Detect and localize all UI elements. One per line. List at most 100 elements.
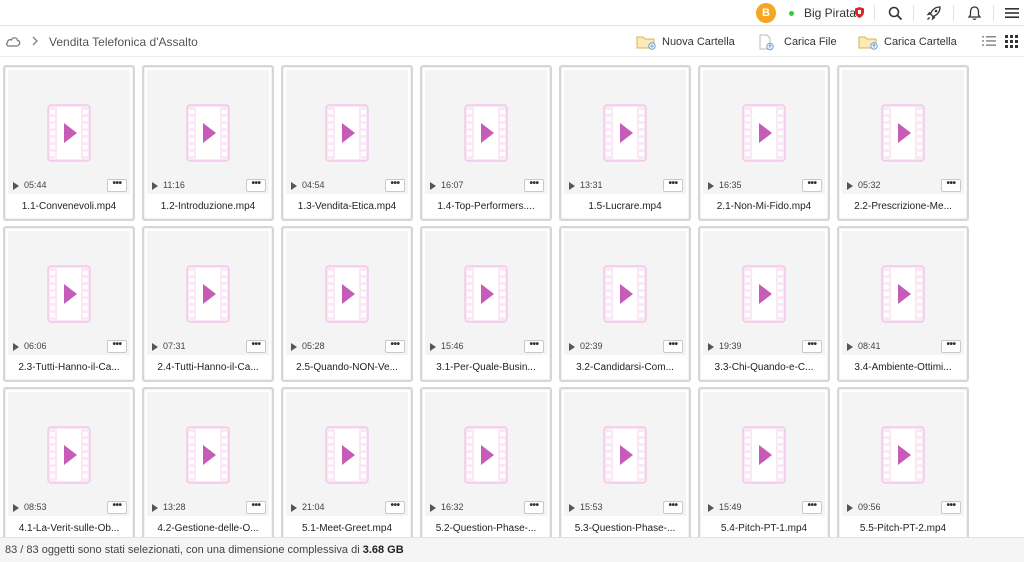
- play-icon: [13, 504, 19, 512]
- video-duration: 15:49: [719, 502, 742, 512]
- play-icon: [708, 343, 714, 351]
- file-card[interactable]: 13:31 ••• 1.5-Lucrare.mp4: [559, 65, 691, 221]
- cloud-icon[interactable]: [5, 35, 21, 47]
- rocket-icon[interactable]: [923, 3, 945, 23]
- play-icon: [708, 182, 714, 190]
- more-options-button[interactable]: •••: [246, 340, 266, 353]
- more-options-button[interactable]: •••: [107, 179, 127, 192]
- file-name: 4.1-La-Verit-sulle-Ob...: [18, 523, 120, 534]
- bell-icon[interactable]: [963, 3, 985, 23]
- file-card[interactable]: 08:41 ••• 3.4-Ambiente-Ottimi...: [837, 226, 969, 382]
- more-options-button[interactable]: •••: [802, 501, 822, 514]
- file-card[interactable]: 02:39 ••• 3.2-Candidarsi-Com...: [559, 226, 691, 382]
- file-card[interactable]: 15:46 ••• 3.1-Per-Quale-Busin...: [420, 226, 552, 382]
- play-icon: [569, 343, 575, 351]
- more-options-button[interactable]: •••: [385, 501, 405, 514]
- more-options-button[interactable]: •••: [385, 179, 405, 192]
- play-icon: [569, 182, 575, 190]
- file-meta: 16:07 •••: [425, 178, 547, 194]
- video-file-icon: [325, 104, 369, 162]
- file-card[interactable]: 21:04 ••• 5.1-Meet-Greet.mp4: [281, 387, 413, 537]
- upload-file-icon: [759, 34, 774, 50]
- video-file-icon: [47, 265, 91, 323]
- file-card[interactable]: 19:39 ••• 3.3-Chi-Quando-e-C...: [698, 226, 830, 382]
- file-card[interactable]: 09:56 ••• 5.5-Pitch-PT-2.mp4: [837, 387, 969, 537]
- more-options-button[interactable]: •••: [941, 179, 961, 192]
- top-bar: B Big Pirata: [0, 0, 1024, 26]
- file-card[interactable]: 15:53 ••• 5.3-Question-Phase-...: [559, 387, 691, 537]
- video-thumbnail: [425, 70, 547, 178]
- upload-folder-button[interactable]: Carica Cartella: [858, 32, 957, 52]
- grid-view-icon[interactable]: [1005, 35, 1018, 48]
- file-card[interactable]: 08:53 ••• 4.1-La-Verit-sulle-Ob...: [3, 387, 135, 537]
- play-icon: [847, 504, 853, 512]
- file-card[interactable]: 05:32 ••• 2.2-Prescrizione-Me...: [837, 65, 969, 221]
- file-card[interactable]: 16:07 ••• 1.4-Top-Performers....: [420, 65, 552, 221]
- divider: [913, 5, 914, 21]
- video-duration: 16:35: [719, 180, 742, 190]
- file-card[interactable]: 11:16 ••• 1.2-Introduzione.mp4: [142, 65, 274, 221]
- file-name: 2.5-Quando-NON-Ve...: [296, 362, 398, 373]
- file-name: 5.5-Pitch-PT-2.mp4: [859, 523, 947, 534]
- breadcrumb-current[interactable]: Vendita Telefonica d'Assalto: [49, 35, 198, 49]
- play-icon: [291, 343, 297, 351]
- video-thumbnail: [425, 392, 547, 500]
- file-meta: 19:39 •••: [703, 339, 825, 355]
- more-options-button[interactable]: •••: [246, 179, 266, 192]
- username-label[interactable]: Big Pirata: [804, 6, 856, 20]
- more-options-button[interactable]: •••: [941, 340, 961, 353]
- more-options-button[interactable]: •••: [941, 501, 961, 514]
- file-meta: 13:28 •••: [147, 500, 269, 516]
- video-file-icon: [464, 104, 508, 162]
- more-options-button[interactable]: •••: [107, 340, 127, 353]
- video-duration: 21:04: [302, 502, 325, 512]
- more-options-button[interactable]: •••: [524, 179, 544, 192]
- list-view-icon[interactable]: [982, 35, 996, 47]
- play-icon: [152, 343, 158, 351]
- video-file-icon: [881, 265, 925, 323]
- more-options-button[interactable]: •••: [524, 340, 544, 353]
- video-duration: 15:53: [580, 502, 603, 512]
- file-card[interactable]: 05:28 ••• 2.5-Quando-NON-Ve...: [281, 226, 413, 382]
- video-file-icon: [47, 104, 91, 162]
- file-card[interactable]: 07:31 ••• 2.4-Tutti-Hanno-il-Ca...: [142, 226, 274, 382]
- more-options-button[interactable]: •••: [246, 501, 266, 514]
- menu-icon[interactable]: [1001, 3, 1023, 23]
- video-file-icon: [186, 265, 230, 323]
- file-card[interactable]: 05:44 ••• 1.1-Convenevoli.mp4: [3, 65, 135, 221]
- more-options-button[interactable]: •••: [107, 501, 127, 514]
- video-duration: 04:54: [302, 180, 325, 190]
- video-duration: 06:06: [24, 341, 47, 351]
- more-options-button[interactable]: •••: [663, 179, 683, 192]
- file-card[interactable]: 06:06 ••• 2.3-Tutti-Hanno-il-Ca...: [3, 226, 135, 382]
- video-duration: 15:46: [441, 341, 464, 351]
- video-thumbnail: [425, 231, 547, 339]
- more-options-button[interactable]: •••: [663, 501, 683, 514]
- file-name: 5.1-Meet-Greet.mp4: [301, 523, 393, 534]
- more-options-button[interactable]: •••: [802, 340, 822, 353]
- new-folder-button[interactable]: Nuova Cartella: [636, 32, 735, 52]
- more-options-button[interactable]: •••: [802, 179, 822, 192]
- file-card[interactable]: 13:28 ••• 4.2-Gestione-delle-O...: [142, 387, 274, 537]
- video-thumbnail: [286, 70, 408, 178]
- more-options-button[interactable]: •••: [385, 340, 405, 353]
- video-thumbnail: [842, 231, 964, 339]
- file-card[interactable]: 16:35 ••• 2.1-Non-Mi-Fido.mp4: [698, 65, 830, 221]
- video-duration: 13:31: [580, 180, 603, 190]
- video-thumbnail: [703, 70, 825, 178]
- file-name: 2.3-Tutti-Hanno-il-Ca...: [18, 362, 120, 373]
- file-meta: 16:35 •••: [703, 178, 825, 194]
- upload-file-button[interactable]: Carica File: [758, 32, 837, 52]
- file-card[interactable]: 04:54 ••• 1.3-Vendita-Etica.mp4: [281, 65, 413, 221]
- file-name: 2.4-Tutti-Hanno-il-Ca...: [157, 362, 259, 373]
- file-card[interactable]: 15:49 ••• 5.4-Pitch-PT-1.mp4: [698, 387, 830, 537]
- user-avatar[interactable]: B: [756, 3, 776, 23]
- video-duration: 16:07: [441, 180, 464, 190]
- play-icon: [291, 504, 297, 512]
- more-options-button[interactable]: •••: [663, 340, 683, 353]
- file-card[interactable]: 16:32 ••• 5.2-Question-Phase-...: [420, 387, 552, 537]
- file-meta: 06:06 •••: [8, 339, 130, 355]
- more-options-button[interactable]: •••: [524, 501, 544, 514]
- file-name: 1.2-Introduzione.mp4: [160, 201, 256, 212]
- search-icon[interactable]: [884, 3, 906, 23]
